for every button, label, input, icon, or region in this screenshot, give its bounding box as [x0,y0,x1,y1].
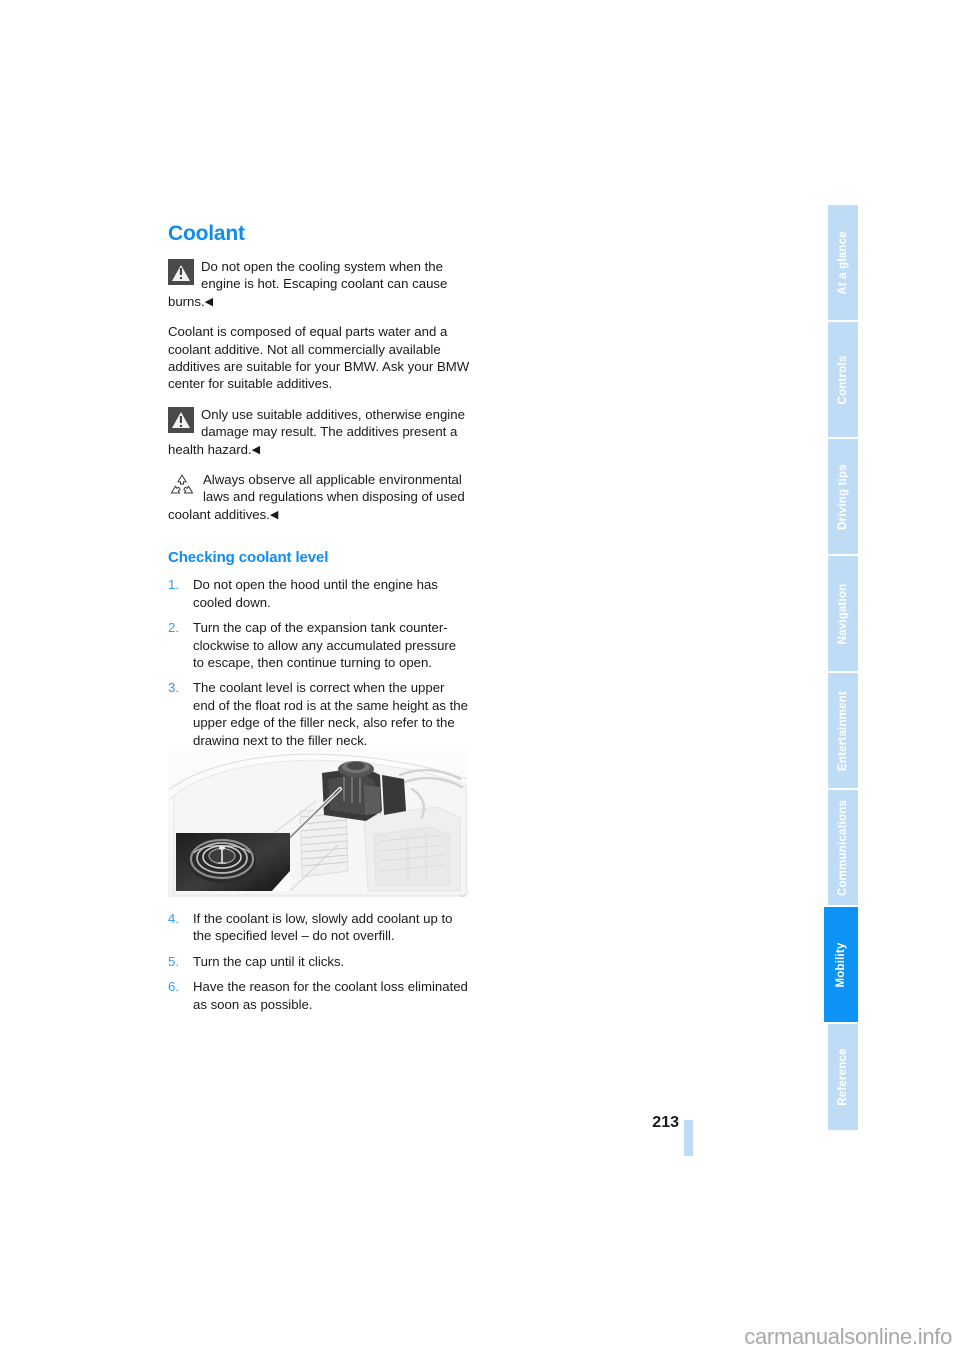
step-number: 3. [168,680,179,696]
warning-notice-2-text: Only use suitable additives, otherwise e… [168,406,465,457]
warning-notice-1: Do not open the cooling system when the … [168,258,470,310]
section-tab-rail: At a glance Controls Driving tips Naviga… [824,205,858,1130]
body-paragraph-1: Coolant is composed of equal parts water… [168,324,470,392]
step-text: Do not open the hood until the engine ha… [193,577,438,610]
recycle-icon [168,472,196,498]
step-number: 1. [168,577,179,593]
notice-endmark: ◀ [204,295,214,308]
sidebar-tab-label: Communications [837,799,849,896]
page-number-marker-bar [684,1120,693,1156]
procedure-steps-bottom: 4. If the coolant is low, slowly add coo… [168,910,470,1013]
step-text: Turn the cap until it clicks. [193,953,345,969]
procedure-steps-top: 1. Do not open the hood until the engine… [168,576,470,749]
sidebar-tab-label: Navigation [837,583,849,644]
list-item: 1. Do not open the hood until the engine… [168,576,470,611]
figure-code: WCCD31WK [460,894,467,897]
sidebar-tab-controls[interactable]: Controls [828,322,858,437]
list-item: 2. Turn the cap of the expansion tank co… [168,619,470,671]
step-number: 5. [168,953,179,969]
sidebar-tab-label: Reference [837,1048,849,1106]
sidebar-tab-entertainment[interactable]: Entertainment [828,673,858,788]
step-text: If the coolant is low, slowly add coolan… [193,911,453,944]
warning-triangle-icon [168,406,194,433]
list-item: 6. Have the reason for the coolant loss … [168,978,470,1013]
environmental-notice-text: Always observe all applicable environ­me… [168,472,465,522]
environmental-notice: Always observe all applicable environ­me… [168,471,470,523]
notice-endmark: ◀ [269,508,279,521]
step-number: 4. [168,911,179,926]
list-item: 4. If the coolant is low, slowly add coo… [168,910,470,945]
warning-notice-2: Only use suitable additives, otherwise e… [168,406,470,458]
manual-page: Coolant Do not open the cooling system w… [0,0,960,1358]
site-watermark: carmanualsonline.info [744,1324,952,1349]
sidebar-tab-label: Mobility [835,941,847,988]
sidebar-tab-label: Controls [837,355,849,404]
step-text: Have the reason for the coolant loss eli… [193,979,468,1012]
sidebar-tab-mobility[interactable]: Mobility [824,907,858,1022]
section-subheading: Checking coolant level [168,549,329,567]
page-number: 213 [652,1114,679,1131]
sidebar-tab-navigation[interactable]: Navigation [828,556,858,671]
sidebar-tab-label: Entertainment [837,690,849,771]
sidebar-tab-communications[interactable]: Communications [828,790,858,905]
sidebar-tab-driving-tips[interactable]: Driving tips [828,439,858,554]
sidebar-tab-reference[interactable]: Reference [828,1024,858,1130]
sidebar-tab-at-a-glance[interactable]: At a glance [828,205,858,320]
main-content-column: Coolant Do not open the cooling system w… [168,222,470,757]
page-title: Coolant [168,222,245,245]
sidebar-tab-label: At a glance [837,230,849,295]
step-text: Turn the cap of the expansion tank count… [193,620,457,670]
sidebar-tab-label: Driving tips [837,463,849,530]
main-content-column-bottom: 4. If the coolant is low, slowly add coo… [168,910,470,1021]
notice-endmark: ◀ [251,443,261,456]
list-item: 5. Turn the cap until it clicks. [168,953,470,970]
step-number: 6. [168,979,179,995]
step-number: 2. [168,620,179,636]
list-item: 3. The coolant level is correct when the… [168,679,470,749]
warning-triangle-icon [168,259,194,285]
coolant-expansion-tank-illustration: WCCD31WK [168,745,468,897]
step-text: The coolant level is correct when the up… [193,680,468,748]
